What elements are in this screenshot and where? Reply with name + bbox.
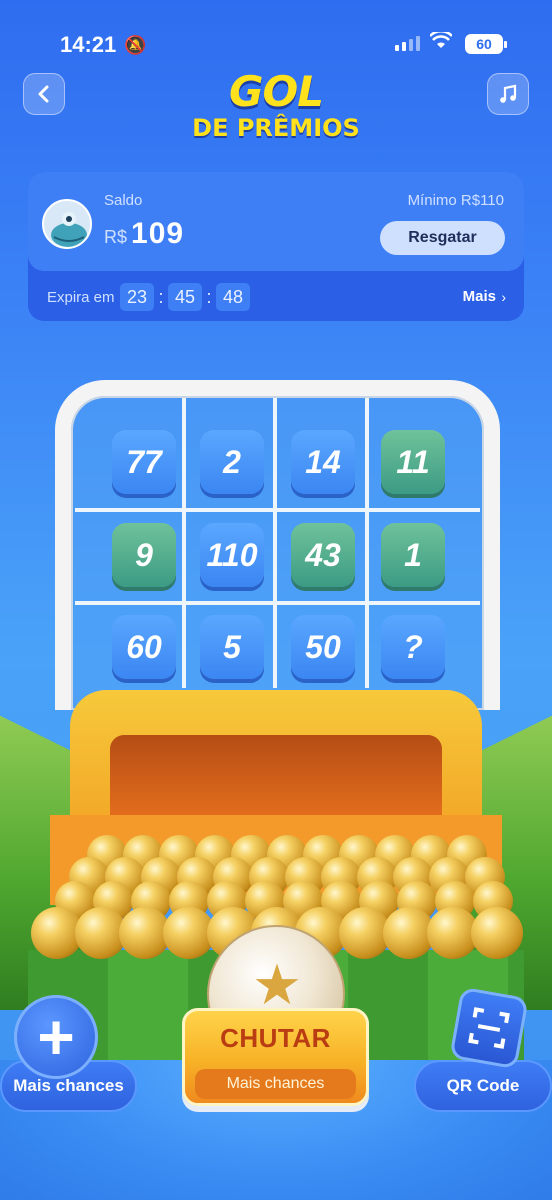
- net-line: [75, 601, 480, 605]
- saldo-value: R$ 109: [104, 217, 184, 251]
- golden-ball: [471, 907, 523, 959]
- wifi-icon: [429, 29, 453, 56]
- logo-title: GOL: [229, 67, 324, 116]
- timer-minutes: 45: [168, 283, 202, 311]
- mute-bell-icon: 🔕: [124, 35, 147, 55]
- minimo-label: Mínimo R$110: [407, 192, 504, 209]
- chutar-button[interactable]: CHUTAR Mais chances: [182, 1008, 369, 1106]
- mais-chances-label: Mais chances: [13, 1076, 124, 1095]
- prize-tile: 9: [112, 523, 176, 587]
- balance-card-top: Saldo R$ 109 Mínimo R$110 Resgatar: [28, 172, 524, 271]
- plus-icon[interactable]: +: [14, 995, 98, 1079]
- timer-seconds: 48: [216, 283, 250, 311]
- qr-code-button[interactable]: QR Code: [414, 1060, 552, 1112]
- saldo-currency: R$: [104, 227, 128, 247]
- battery-icon: 60: [465, 34, 507, 54]
- star-icon: ★: [251, 953, 303, 1016]
- status-time: 14:21: [60, 32, 117, 57]
- chevron-right-icon[interactable]: ›: [501, 289, 506, 305]
- prize-tile: 1: [381, 523, 445, 587]
- chevron-left-icon: [38, 85, 49, 103]
- prize-tile: 60: [112, 615, 176, 679]
- prize-tile: 2: [200, 430, 264, 494]
- qr-scan-icon[interactable]: [449, 986, 529, 1070]
- net-line: [365, 398, 369, 688]
- prize-tile: 50: [291, 615, 355, 679]
- expiry-timer: 23 : 45 : 48: [120, 283, 250, 311]
- expira-label: Expira em: [47, 289, 115, 306]
- chutar-sublabel: Mais chances: [195, 1069, 356, 1099]
- prize-tile: 43: [291, 523, 355, 587]
- net-line: [273, 398, 277, 688]
- net-line: [182, 398, 186, 688]
- machine-slot: [110, 735, 442, 820]
- prize-tile: 14: [291, 430, 355, 494]
- chutar-label: CHUTAR: [220, 1023, 331, 1053]
- prize-tile: 11: [381, 430, 445, 494]
- balance-card: Saldo R$ 109 Mínimo R$110 Resgatar Expir…: [28, 172, 524, 321]
- back-button[interactable]: [23, 73, 65, 115]
- timer-hours: 23: [120, 283, 154, 311]
- prize-tile: ?: [381, 615, 445, 679]
- music-button[interactable]: [487, 73, 529, 115]
- logo-subtitle: DE PRÊMIOS: [192, 114, 360, 142]
- prize-tile: 110: [200, 523, 264, 587]
- avatar: [42, 199, 92, 249]
- saldo-label: Saldo: [104, 192, 143, 209]
- status-bar: 14:21 🔕 60: [0, 0, 552, 64]
- mais-link[interactable]: Mais: [463, 288, 496, 305]
- qr-code-label: QR Code: [446, 1076, 520, 1095]
- prize-tile: 77: [112, 430, 176, 494]
- music-note-icon: [500, 84, 517, 103]
- signal-icon: [395, 36, 420, 51]
- saldo-amount: 109: [131, 217, 185, 250]
- game-logo: GOL DE PRÊMIOS: [150, 67, 402, 143]
- prize-tile: 5: [200, 615, 264, 679]
- resgatar-button[interactable]: Resgatar: [380, 221, 505, 255]
- net-line: [75, 508, 480, 512]
